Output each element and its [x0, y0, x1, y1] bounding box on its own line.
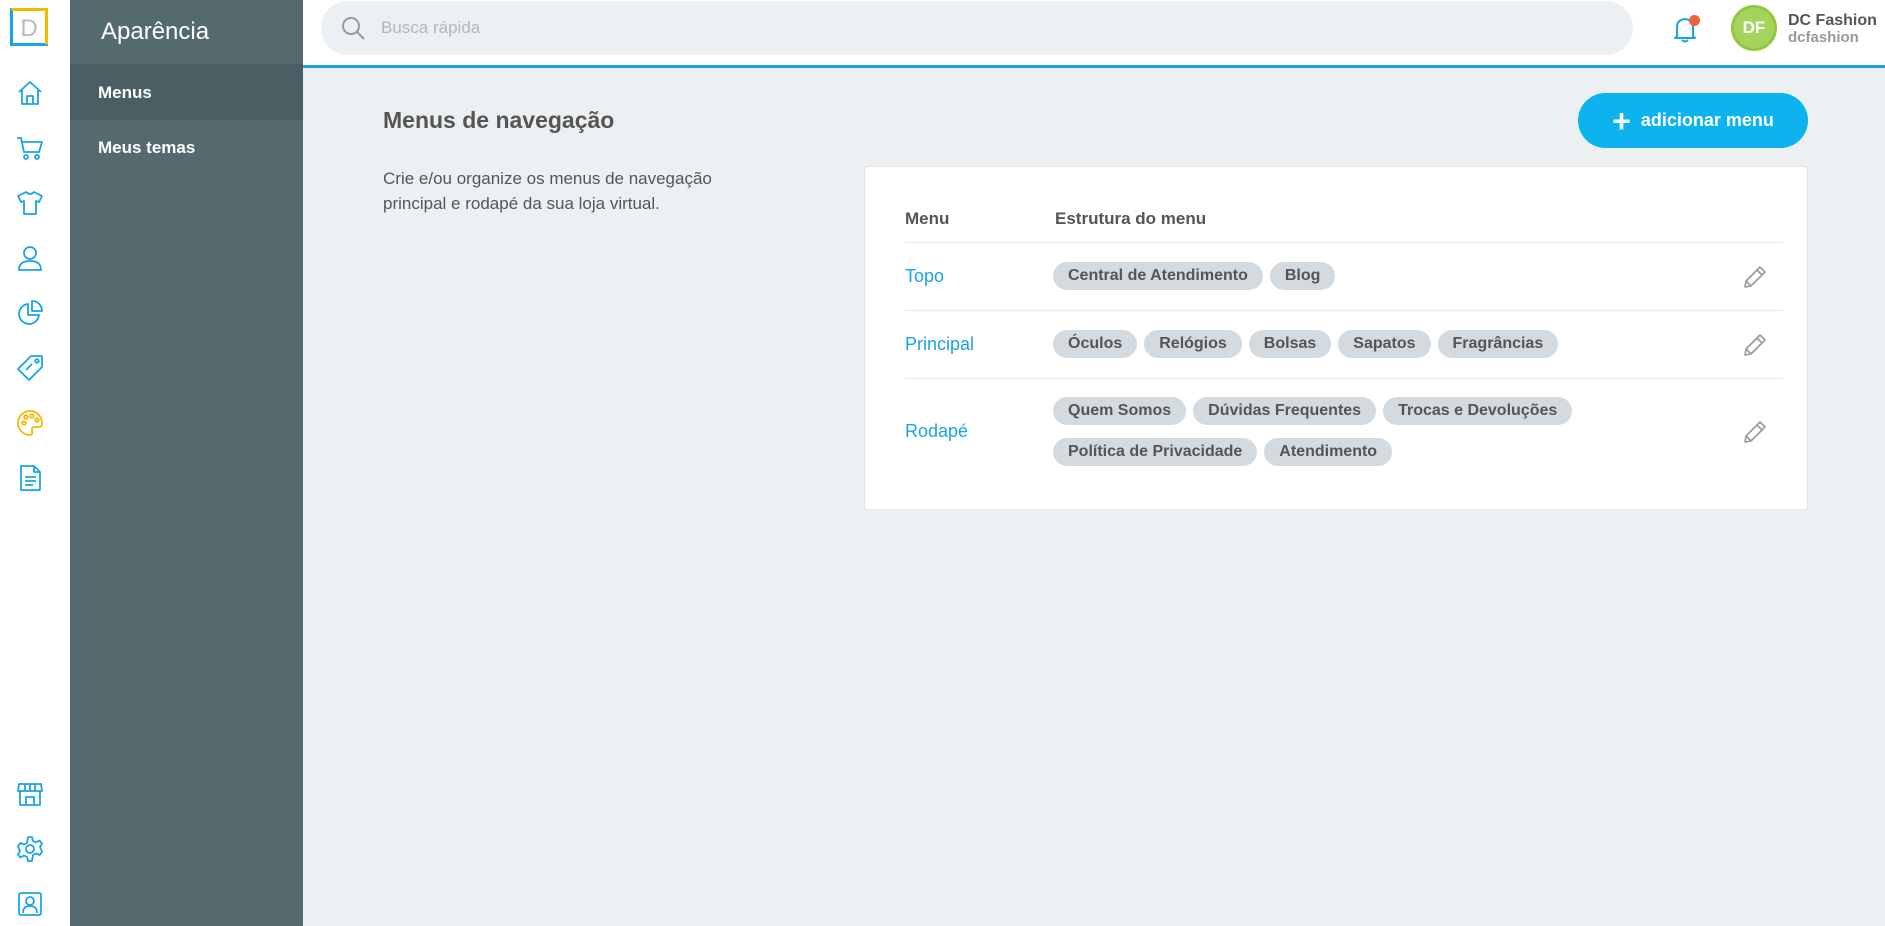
menu-item-chip[interactable]: Trocas e Devoluções	[1383, 397, 1573, 425]
search-input[interactable]	[381, 18, 1581, 38]
add-menu-label: adicionar menu	[1640, 110, 1774, 130]
menu-item-chip[interactable]: Sapatos	[1338, 330, 1431, 358]
store-icon[interactable]	[14, 778, 46, 810]
logo-icon[interactable]: D	[10, 8, 48, 46]
pie-chart-icon[interactable]	[14, 297, 46, 329]
page-description: Crie e/ou organize os menus de navegação…	[383, 169, 712, 213]
page-title: Menus de navegação	[383, 107, 615, 133]
menu-item-chip[interactable]: Óculos	[1053, 330, 1138, 358]
section-title: Aparência	[70, 0, 303, 65]
icon-rail: D	[0, 0, 70, 926]
section-sidebar: Aparência Menus Meus temas	[70, 0, 303, 926]
menu-name-principal[interactable]: Principal	[905, 334, 974, 355]
menu-name-rodape[interactable]: Rodapé	[905, 421, 968, 442]
gear-icon[interactable]	[14, 833, 46, 865]
menu-item-chip[interactable]: Quem Somos	[1053, 397, 1187, 425]
notifications-bell[interactable]	[1668, 12, 1702, 46]
menu-item-chip[interactable]: Dúvidas Frequentes	[1193, 397, 1377, 425]
account-icon[interactable]	[14, 888, 46, 920]
menu-item-chip[interactable]: Fragrâncias	[1437, 330, 1559, 358]
search-icon	[342, 17, 365, 40]
sidebar-item-meus-temas[interactable]: Meus temas	[70, 120, 303, 175]
column-header-structure: Estrutura do menu	[1055, 209, 1207, 228]
home-icon[interactable]	[14, 77, 46, 109]
edit-pencil-icon[interactable]	[1741, 331, 1769, 359]
table-row: Principal Óculos Relógios Bolsas Sapatos…	[905, 311, 1783, 379]
notification-dot	[1689, 15, 1700, 26]
document-icon[interactable]	[14, 462, 46, 494]
svg-text:D: D	[20, 15, 37, 42]
table-header: Menu Estrutura do menu	[905, 209, 1783, 243]
plus-icon: +	[1612, 102, 1631, 139]
user-info[interactable]: DC Fashion dcfashion	[1788, 12, 1877, 46]
menu-structure: Óculos Relógios Bolsas Sapatos Fragrânci…	[1053, 330, 1733, 358]
palette-icon[interactable]	[14, 407, 46, 439]
top-bar: DF DC Fashion dcfashion	[303, 0, 1885, 68]
table-row: Topo Central de Atendimento Blog	[905, 243, 1783, 311]
cart-icon[interactable]	[14, 132, 46, 164]
shirt-icon[interactable]	[14, 187, 46, 219]
menu-item-chip[interactable]: Bolsas	[1248, 330, 1332, 358]
menu-item-chip[interactable]: Blog	[1269, 262, 1336, 290]
tag-icon[interactable]	[14, 352, 46, 384]
menus-table-card: Menu Estrutura do menu Topo Central de A…	[864, 166, 1808, 510]
edit-pencil-icon[interactable]	[1741, 263, 1769, 291]
menu-name-topo[interactable]: Topo	[905, 266, 944, 287]
menu-structure: Quem Somos Dúvidas Frequentes Trocas e D…	[1053, 397, 1573, 466]
menu-item-chip[interactable]: Central de Atendimento	[1053, 262, 1263, 290]
edit-pencil-icon[interactable]	[1741, 418, 1769, 446]
avatar[interactable]: DF	[1731, 5, 1777, 51]
sidebar-item-menus[interactable]: Menus	[70, 65, 303, 120]
menu-item-chip[interactable]: Atendimento	[1264, 438, 1393, 466]
user-handle: dcfashion	[1788, 29, 1859, 46]
user-name: DC Fashion	[1788, 12, 1877, 29]
menu-item-chip[interactable]: Política de Privacidade	[1053, 438, 1258, 466]
column-header-menu: Menu	[905, 209, 950, 228]
customer-icon[interactable]	[14, 242, 46, 274]
table-row: Rodapé Quem Somos Dúvidas Frequentes Tro…	[905, 379, 1783, 485]
menu-item-chip[interactable]: Relógios	[1144, 330, 1242, 358]
add-menu-button[interactable]: + adicionar menu	[1578, 93, 1808, 148]
search-box[interactable]	[321, 1, 1633, 55]
menu-structure: Central de Atendimento Blog	[1053, 262, 1733, 290]
